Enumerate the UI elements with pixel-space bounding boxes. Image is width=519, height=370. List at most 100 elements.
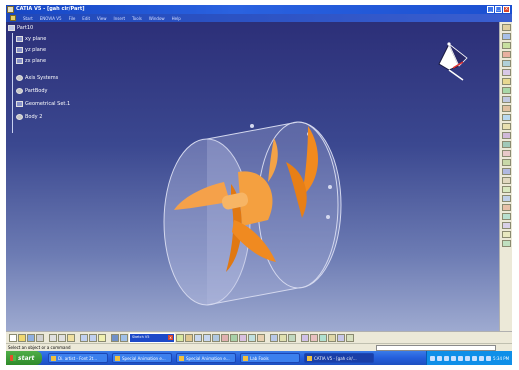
pattern-icon[interactable]: [501, 177, 511, 184]
fit-all-icon[interactable]: [120, 333, 128, 342]
shaft-icon[interactable]: [501, 51, 511, 58]
minimize-button[interactable]: _: [487, 6, 494, 13]
new-icon[interactable]: [9, 333, 17, 342]
menu-start[interactable]: Start: [23, 16, 33, 21]
measure-icon[interactable]: [501, 204, 511, 211]
chamfer-icon[interactable]: [501, 114, 511, 121]
open-icon[interactable]: [18, 333, 26, 342]
taskbar-item-label: Di. artist - Font 2t...: [58, 355, 98, 361]
taskbar-item-label: Lab Fools: [250, 355, 269, 361]
save-icon[interactable]: [27, 333, 35, 342]
scaling-icon[interactable]: [501, 186, 511, 193]
sketcher-icon[interactable]: [501, 24, 511, 31]
undo-icon[interactable]: [80, 333, 88, 342]
boolean-icon[interactable]: [501, 195, 511, 202]
shading-icon[interactable]: [239, 333, 247, 342]
fly-mode-icon[interactable]: [111, 333, 119, 342]
taskbar-item[interactable]: Special Animation e...: [112, 353, 172, 363]
tray-icon[interactable]: [479, 355, 484, 361]
groove-icon[interactable]: [501, 60, 511, 67]
rib-icon[interactable]: [501, 78, 511, 85]
hole-icon[interactable]: [501, 69, 511, 76]
view-mode-icon[interactable]: [346, 333, 354, 342]
tray-icon[interactable]: [430, 355, 435, 361]
paste-icon[interactable]: [67, 333, 75, 342]
catia-app-icon[interactable]: [7, 6, 14, 13]
redo-icon[interactable]: [89, 333, 97, 342]
normal-view-icon[interactable]: [212, 333, 220, 342]
shell-icon[interactable]: [501, 132, 511, 139]
edges-icon[interactable]: [288, 333, 296, 342]
propeller-model[interactable]: [6, 22, 499, 331]
taskbar-item-label: CATIA V5 - [gah cir/...: [314, 355, 357, 361]
menu-edit[interactable]: Edit: [82, 16, 90, 21]
app-icon: [115, 355, 120, 361]
taskbar-item-label: Special Animation e...: [186, 355, 230, 361]
maximize-button[interactable]: □: [495, 6, 502, 13]
cut-icon[interactable]: [49, 333, 57, 342]
copy-icon[interactable]: [58, 333, 66, 342]
document-icon[interactable]: [10, 15, 16, 21]
magnifier-icon[interactable]: [337, 333, 345, 342]
close-button[interactable]: x: [503, 6, 510, 13]
print-icon[interactable]: [36, 333, 44, 342]
clock[interactable]: 5:34 PM: [493, 356, 509, 361]
split-icon[interactable]: [501, 159, 511, 166]
material-icon[interactable]: [301, 333, 309, 342]
menu-insert[interactable]: Insert: [114, 16, 125, 21]
mirror-icon[interactable]: [501, 168, 511, 175]
menu-tools[interactable]: Tools: [132, 16, 142, 21]
ground-icon[interactable]: [328, 333, 336, 342]
zoom-out-icon[interactable]: [203, 333, 211, 342]
rotate-icon[interactable]: [185, 333, 193, 342]
pad-icon[interactable]: [501, 33, 511, 40]
zoom-in-icon[interactable]: [194, 333, 202, 342]
draft-icon[interactable]: [501, 123, 511, 130]
tray-icon[interactable]: [451, 355, 456, 361]
cylinder-point: [250, 124, 254, 128]
menu-file[interactable]: File: [69, 16, 76, 21]
start-button[interactable]: start: [6, 351, 42, 365]
loft-icon[interactable]: [501, 96, 511, 103]
whats-this-icon[interactable]: [98, 333, 106, 342]
tray-icon[interactable]: [465, 355, 470, 361]
sketch-toolbar-popup[interactable]: Sketch V5 x: [129, 332, 175, 343]
tray-icon[interactable]: [437, 355, 442, 361]
multi-view-icon[interactable]: [221, 333, 229, 342]
title-bar[interactable]: CATIA V5 - [gah cir/Part] _ □ x: [6, 5, 512, 14]
swap-space-icon[interactable]: [257, 333, 265, 342]
annotation-icon[interactable]: [501, 222, 511, 229]
taskbar-item[interactable]: Di. artist - Font 2t...: [48, 353, 108, 363]
taskbar-item-active[interactable]: CATIA V5 - [gah cir/...: [304, 353, 374, 363]
menu-window[interactable]: Window: [149, 16, 165, 21]
iso-view-icon[interactable]: [230, 333, 238, 342]
menu-enovia[interactable]: ENOVIA V5: [40, 16, 62, 21]
tray-icon[interactable]: [444, 355, 449, 361]
depth-effect-icon[interactable]: [319, 333, 327, 342]
tray-icon[interactable]: [472, 355, 477, 361]
thread-icon[interactable]: [501, 150, 511, 157]
render-style-icon[interactable]: [270, 333, 278, 342]
window-title: CATIA V5 - [gah cir/Part]: [16, 6, 85, 12]
apply-material-icon[interactable]: [501, 213, 511, 220]
lighting-icon[interactable]: [310, 333, 318, 342]
slot-icon[interactable]: [501, 87, 511, 94]
menu-view[interactable]: View: [97, 16, 107, 21]
hide-show-icon[interactable]: [248, 333, 256, 342]
reference-element-icon[interactable]: [501, 240, 511, 247]
wireframe-icon[interactable]: [279, 333, 287, 342]
tray-icon[interactable]: [486, 355, 491, 361]
3d-viewport[interactable]: Part10 xy plane yz plane zx plane Axis S…: [6, 22, 499, 331]
thickness-icon[interactable]: [501, 141, 511, 148]
tray-icon[interactable]: [458, 355, 463, 361]
constraint-icon[interactable]: [501, 231, 511, 238]
menu-help[interactable]: Help: [172, 16, 181, 21]
pan-icon[interactable]: [176, 333, 184, 342]
pocket-icon[interactable]: [501, 42, 511, 49]
start-label: start: [18, 354, 35, 362]
cylinder-point: [328, 185, 332, 189]
taskbar-item[interactable]: Special Animation e...: [176, 353, 236, 363]
taskbar-item[interactable]: Lab Fools: [240, 353, 300, 363]
fillet-icon[interactable]: [501, 105, 511, 112]
popup-close-button[interactable]: x: [168, 334, 173, 340]
